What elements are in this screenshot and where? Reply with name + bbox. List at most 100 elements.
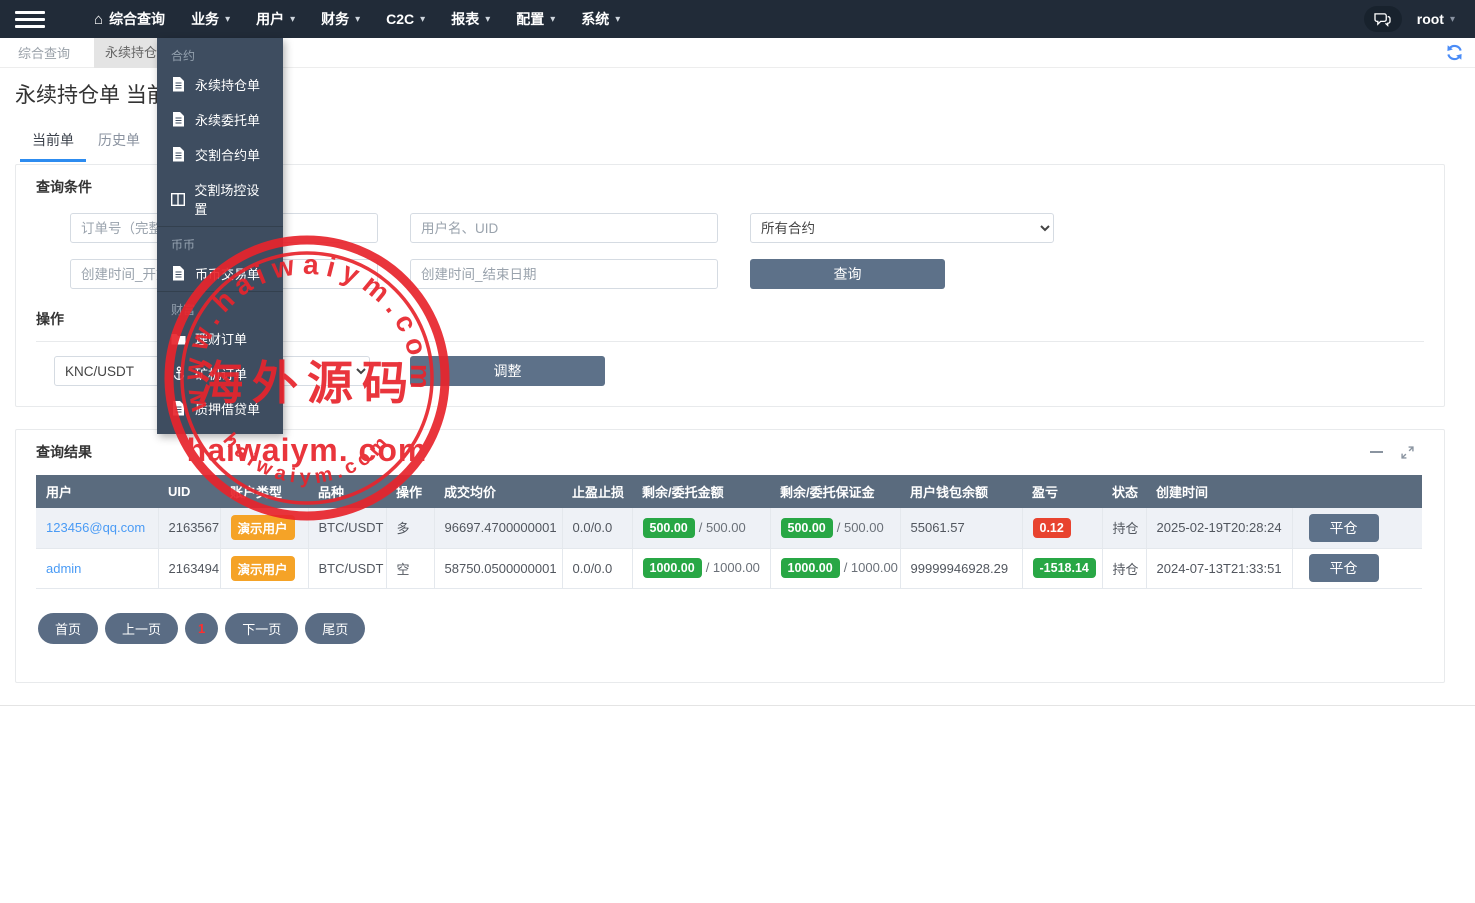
menu-item-wealth-orders[interactable]: 理财订单	[157, 321, 283, 356]
page-last-button[interactable]: 尾页	[305, 612, 366, 644]
menu-item-perpetual-orders[interactable]: 永续委托单	[157, 102, 283, 137]
chevron-down-icon: ▾	[485, 13, 491, 25]
created-cell: 2024-07-13T21:33:51	[1146, 548, 1293, 589]
nav-item-label: 系统	[581, 11, 610, 27]
expand-icon[interactable]	[1401, 445, 1414, 459]
menu-item-label: 理财订单	[195, 332, 248, 347]
menu-item-perpetual-positions[interactable]: 永续持仓单	[157, 67, 283, 102]
tab-history-orders[interactable]: 历史单	[86, 130, 152, 162]
amount-badge: 1000.00	[642, 558, 702, 578]
results-heading: 查询结果	[36, 444, 92, 460]
uid-cell: 2163494	[158, 548, 221, 589]
margin-cell: 1000.00/ 1000.00	[770, 548, 901, 589]
col-uid: UID	[158, 475, 220, 508]
page-prev-button[interactable]: 上一页	[105, 612, 179, 644]
col-wallet: 用户钱包余额	[900, 475, 1022, 508]
menu-item-label: 交割合约单	[195, 148, 261, 163]
col-amount: 剩余/委托金额	[632, 475, 770, 508]
col-tp-sl: 止盈止损	[562, 475, 632, 508]
amount-total: / 500.00	[698, 519, 746, 535]
page-first-button[interactable]: 首页	[38, 612, 99, 644]
chevron-down-icon: ▾	[290, 13, 296, 25]
status-cell: 持仓	[1102, 508, 1147, 549]
file-icon	[171, 77, 186, 92]
breadcrumb-tab-overview[interactable]: 综合查询	[18, 43, 70, 62]
chevron-down-icon: ▾	[355, 13, 361, 25]
symbol-cell: BTC/USDT	[308, 508, 387, 549]
col-margin: 剩余/委托保证金	[770, 475, 900, 508]
col-avg-price: 成交均价	[434, 475, 562, 508]
margin-total: / 1000.00	[843, 560, 898, 575]
nav-item-reports[interactable]: 报表 ▾	[438, 0, 503, 38]
hamburger-icon[interactable]	[15, 7, 45, 32]
nav-item-label: 用户	[256, 11, 285, 27]
menu-item-delivery-contracts[interactable]: 交割合约单	[157, 137, 283, 172]
username-label: root	[1416, 11, 1444, 27]
col-actions	[1292, 475, 1422, 508]
username-uid-input[interactable]	[410, 213, 718, 243]
nav-links: ⌂ 综合查询 业务 ▾ 用户 ▾ 财务 ▾ C2C ▾ 报表 ▾ 配置 ▾ 系统	[81, 0, 633, 38]
created-cell: 2025-02-19T20:28:24	[1146, 508, 1293, 549]
end-date-input[interactable]	[410, 259, 718, 289]
nav-item-label: C2C	[386, 11, 415, 27]
margin-total: / 500.00	[836, 519, 884, 535]
nav-item-finance[interactable]: 财务 ▾	[308, 0, 373, 38]
menu-item-miner-orders[interactable]: 矿机订单	[157, 356, 283, 391]
menu-item-label: 质押借贷单	[195, 402, 261, 417]
uid-cell: 2163567	[158, 508, 221, 549]
menu-item-pledge-loans[interactable]: 质押借贷单	[157, 391, 283, 426]
menu-item-label: 永续委托单	[195, 113, 261, 128]
nav-item-business[interactable]: 业务 ▾	[178, 0, 243, 38]
col-account-type: 账户类型	[220, 475, 308, 508]
table-row: 123456@qq.com 2163567 演示用户 BTC/USDT 多 96…	[36, 508, 1422, 549]
page-current-button[interactable]: 1	[185, 612, 219, 644]
chat-button[interactable]	[1363, 6, 1402, 32]
dropdown-section-wealth: 财富 理财订单 矿机订单 质押借贷单	[157, 291, 283, 426]
col-direction: 操作	[386, 475, 434, 508]
user-link[interactable]: admin	[46, 561, 81, 576]
minimize-icon[interactable]	[1370, 451, 1383, 453]
nav-item-config[interactable]: 配置 ▾	[503, 0, 568, 38]
top-navbar: ⌂ 综合查询 业务 ▾ 用户 ▾ 财务 ▾ C2C ▾ 报表 ▾ 配置 ▾ 系统	[0, 0, 1475, 38]
margin-badge: 500.00	[780, 517, 833, 538]
close-position-button[interactable]: 平仓	[1308, 554, 1379, 582]
tab-current-orders[interactable]: 当前单	[20, 130, 86, 162]
amount-total: / 1000.00	[705, 560, 760, 575]
table-row: admin 2163494 演示用户 BTC/USDT 空 58750.0500…	[36, 548, 1422, 589]
chevron-down-icon: ▾	[550, 13, 556, 25]
user-menu[interactable]: root ▾	[1417, 11, 1455, 27]
direction-cell: 多	[386, 508, 435, 549]
refresh-icon	[1447, 44, 1462, 61]
table-header-row: 用户 UID 账户类型 品种 操作 成交均价 止盈止损 剩余/委托金额 剩余/委…	[36, 475, 1422, 508]
margin-badge: 1000.00	[780, 558, 840, 578]
symbol-cell: BTC/USDT	[308, 548, 387, 589]
menu-item-delivery-control[interactable]: 交割场控设置	[157, 172, 283, 226]
results-header: 查询结果	[36, 442, 1424, 462]
file-icon	[171, 266, 186, 281]
chevron-down-icon: ▾	[225, 13, 231, 25]
contract-select[interactable]: 所有合约	[750, 213, 1054, 243]
user-link[interactable]: 123456@qq.com	[46, 520, 145, 535]
amount-cell: 500.00/ 500.00	[632, 508, 771, 549]
close-position-button[interactable]: 平仓	[1308, 513, 1379, 542]
folder-icon	[171, 333, 186, 345]
menu-item-spot-trades[interactable]: 币币交易单	[157, 256, 283, 291]
col-created: 创建时间	[1146, 475, 1292, 508]
nav-item-system[interactable]: 系统 ▾	[568, 0, 633, 38]
col-symbol: 品种	[308, 475, 386, 508]
menu-item-label: 永续持仓单	[195, 78, 261, 93]
page-next-button[interactable]: 下一页	[225, 612, 299, 644]
nav-item-users[interactable]: 用户 ▾	[243, 0, 308, 38]
refresh-button[interactable]	[1446, 44, 1463, 61]
nav-item-label: 业务	[191, 11, 220, 27]
nav-item-overview[interactable]: ⌂ 综合查询	[81, 0, 178, 38]
amount-cell: 1000.00/ 1000.00	[632, 548, 771, 589]
chevron-down-icon: ▾	[420, 13, 426, 25]
navbar-right: root ▾	[1363, 6, 1455, 32]
tp-sl-cell: 0.0/0.0	[562, 508, 633, 549]
panel-tools	[1370, 445, 1414, 459]
nav-item-c2c[interactable]: C2C ▾	[373, 0, 438, 38]
adjust-button[interactable]: 调整	[410, 356, 605, 386]
search-button[interactable]: 查询	[750, 259, 945, 289]
file-icon	[171, 401, 186, 416]
